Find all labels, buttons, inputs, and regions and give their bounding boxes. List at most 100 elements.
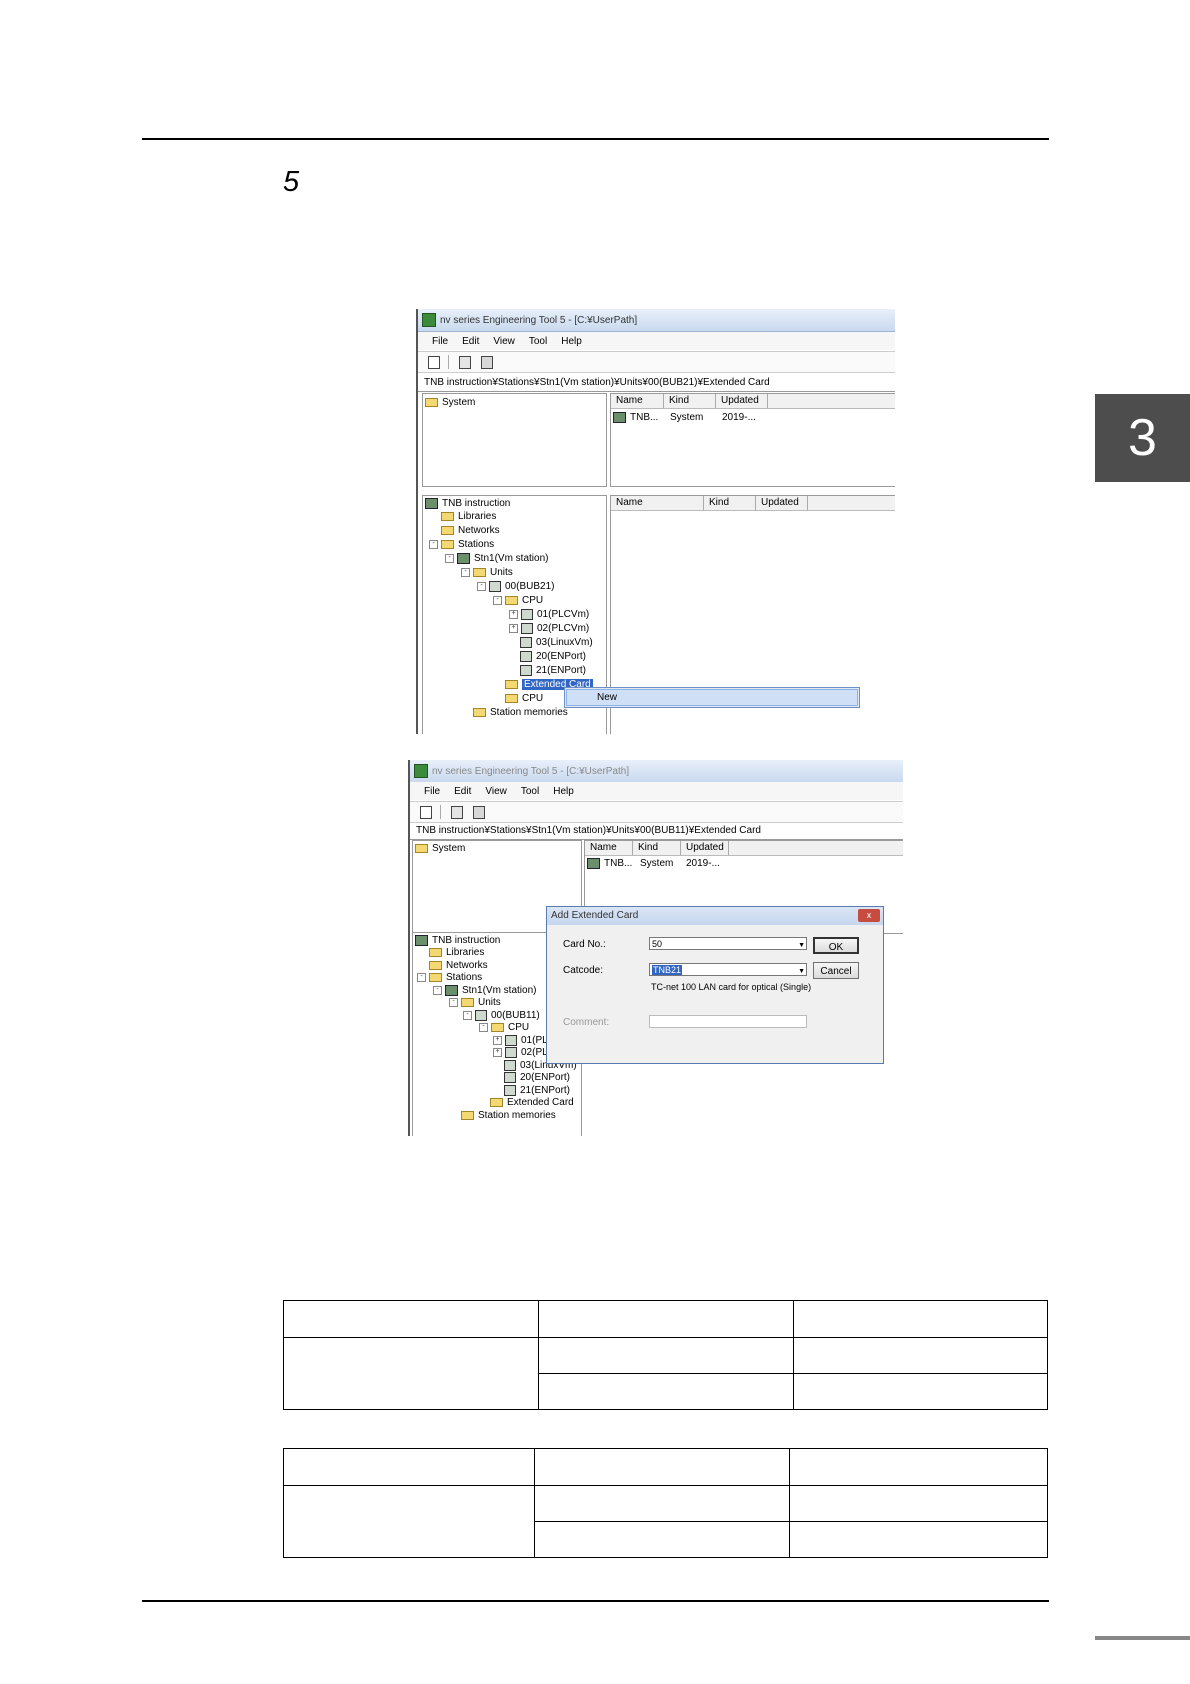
list-item[interactable]: TNB... System 2019-... [587, 857, 720, 870]
collapse-icon[interactable]: - [417, 973, 426, 982]
copy-icon[interactable] [451, 805, 463, 819]
tree-item-networks[interactable]: Networks [441, 524, 500, 537]
menu-view[interactable]: View [485, 786, 507, 797]
tree-item-libraries[interactable]: Libraries [429, 946, 484, 959]
path-bar: TNB instruction¥Stations¥Stn1(Vm station… [418, 375, 895, 392]
column-updated[interactable]: Updated [716, 394, 768, 408]
menu-tool[interactable]: Tool [521, 786, 539, 797]
cpu-icon [505, 1047, 517, 1058]
menu-tool[interactable]: Tool [529, 336, 547, 347]
folder-icon [490, 1098, 503, 1107]
context-menu: New [564, 687, 860, 708]
column-name[interactable]: Name [611, 394, 664, 408]
menu-file[interactable]: File [432, 336, 448, 347]
collapse-icon[interactable]: - [429, 540, 438, 549]
toolbar [410, 801, 903, 823]
collapse-icon[interactable]: - [479, 1023, 488, 1032]
tree-item-cpu-01[interactable]: +01(PLCVm) [509, 608, 589, 621]
tree-item-unit-00[interactable]: -00(BUB21) [477, 580, 554, 593]
tree-item-port-20[interactable]: 20(ENPort) [504, 1071, 570, 1084]
tree-item-cpu-03[interactable]: 03(LinuxVm) [520, 636, 593, 649]
comment-input[interactable] [649, 1015, 807, 1028]
table-cell [789, 1485, 1048, 1522]
tree-item-cpu-02[interactable]: +02(PL [493, 1046, 548, 1059]
tree-item-libraries[interactable]: Libraries [441, 510, 496, 523]
cpu-icon [520, 637, 532, 648]
paste-icon[interactable] [481, 355, 493, 369]
tree-item-extended-card[interactable]: Extended Card [490, 1096, 574, 1109]
collapse-icon[interactable]: - [445, 554, 454, 563]
list-item[interactable]: TNB... System 2019-... [613, 411, 756, 424]
tree-item-cpu-02[interactable]: +02(PLCVm) [509, 622, 589, 635]
expand-icon[interactable]: + [493, 1036, 502, 1045]
folder-icon [429, 961, 442, 970]
new-file-icon[interactable] [420, 805, 432, 819]
column-updated[interactable]: Updated [681, 841, 729, 855]
expand-icon[interactable]: + [509, 624, 518, 633]
tree-item-stations[interactable]: - Stations [429, 538, 494, 551]
collapse-icon[interactable]: - [463, 1011, 472, 1020]
tree-item-cpu[interactable]: - CPU [479, 1021, 529, 1034]
column-kind[interactable]: Kind [633, 841, 681, 855]
menu-file[interactable]: File [424, 786, 440, 797]
column-kind[interactable]: Kind [664, 394, 716, 408]
folder-icon [505, 694, 518, 703]
tree-item-port-21[interactable]: 21(ENPort) [520, 664, 586, 677]
collapse-icon[interactable]: - [461, 568, 470, 577]
column-updated[interactable]: Updated [756, 496, 808, 510]
tree-item-station[interactable]: - Stn1(Vm station) [445, 552, 548, 565]
close-icon[interactable]: x [858, 909, 880, 922]
table-cell [283, 1485, 535, 1558]
collapse-icon[interactable]: - [433, 986, 442, 995]
column-kind[interactable]: Kind [704, 496, 756, 510]
tree-item-station-memories[interactable]: Station memories [473, 706, 568, 719]
app-icon [414, 764, 428, 778]
tree-item-cpu[interactable]: - CPU [493, 594, 543, 607]
catcode-select[interactable]: TNB21 ▼ [649, 963, 807, 976]
project-icon [415, 935, 428, 946]
tree-item-units[interactable]: - Units [461, 566, 513, 579]
collapse-icon[interactable]: - [477, 582, 486, 591]
new-file-icon[interactable] [428, 355, 440, 369]
menu-help[interactable]: Help [561, 336, 582, 347]
menu-edit[interactable]: Edit [454, 786, 471, 797]
card-no-select[interactable]: 50 ▼ [649, 937, 807, 950]
tree-item-tnb-instruction[interactable]: TNB instruction [425, 497, 510, 510]
tree-item-cpu-folder[interactable]: CPU [505, 692, 543, 705]
path-bar: TNB instruction¥Stations¥Stn1(Vm station… [410, 823, 903, 840]
menu-help[interactable]: Help [553, 786, 574, 797]
list-header: Name Kind Updated [611, 394, 895, 409]
copy-icon[interactable] [459, 355, 471, 369]
table-cell [793, 1300, 1048, 1338]
menu-edit[interactable]: Edit [462, 336, 479, 347]
table-cell [283, 1337, 539, 1410]
ok-button[interactable]: OK [813, 937, 859, 954]
station-icon [587, 858, 600, 869]
folder-icon [415, 844, 428, 853]
column-name[interactable]: Name [585, 841, 633, 855]
toolbar [418, 351, 895, 373]
toolbar-separator [448, 355, 449, 369]
tree-item-port-20[interactable]: 20(ENPort) [520, 650, 586, 663]
expand-icon[interactable]: + [509, 610, 518, 619]
table-cell [534, 1448, 790, 1486]
step-number: 5 [283, 166, 300, 198]
tree-item-system[interactable]: System [425, 396, 475, 409]
collapse-icon[interactable]: - [449, 998, 458, 1007]
context-menu-new[interactable]: New [566, 689, 858, 706]
folder-icon [429, 948, 442, 957]
column-name[interactable]: Name [611, 496, 704, 510]
paste-icon[interactable] [473, 805, 485, 819]
table-1 [283, 1300, 1048, 1410]
tree-item-units[interactable]: - Units [449, 996, 501, 1009]
tree-item-station-memories[interactable]: Station memories [461, 1109, 556, 1122]
cancel-button[interactable]: Cancel [813, 962, 859, 979]
catcode-label: Catcode: [563, 965, 604, 976]
tree-item-system[interactable]: System [415, 842, 465, 855]
menu-view[interactable]: View [493, 336, 515, 347]
collapse-icon[interactable]: - [493, 596, 502, 605]
tree-item-stations[interactable]: - Stations [417, 971, 482, 984]
expand-icon[interactable]: + [493, 1048, 502, 1057]
table-cell [789, 1521, 1048, 1558]
station-icon [445, 985, 458, 996]
